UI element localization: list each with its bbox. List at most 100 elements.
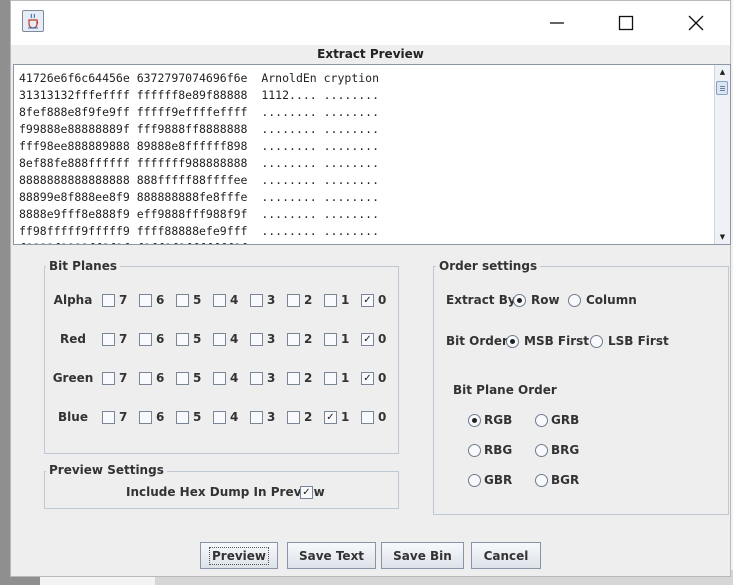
plane-order-radio-brg[interactable] xyxy=(535,444,548,457)
bit-checkbox-red-4[interactable] xyxy=(213,333,226,346)
bit-order-label: Bit Order xyxy=(446,334,508,348)
bit-checkbox-alpha-7[interactable] xyxy=(102,294,115,307)
bit-label: 3 xyxy=(267,371,276,385)
hex-dump-line: f99888e88888889f fff9888ff8888888 ......… xyxy=(19,122,380,136)
bit-checkbox-red-0[interactable]: ✓ xyxy=(361,333,374,346)
bit-checkbox-green-1[interactable] xyxy=(324,372,337,385)
plane-order-radio-rbg[interactable] xyxy=(468,444,481,457)
minimize-button[interactable] xyxy=(534,7,580,39)
hex-dump-line: 8888888888888888 888fffff88ffffee ......… xyxy=(19,173,380,187)
bit-checkbox-red-5[interactable] xyxy=(176,333,189,346)
bit-checkbox-alpha-3[interactable] xyxy=(250,294,263,307)
bit-label: 3 xyxy=(267,410,276,424)
maximize-icon xyxy=(618,15,634,31)
bit-checkbox-green-5[interactable] xyxy=(176,372,189,385)
bit-checkbox-blue-0[interactable] xyxy=(361,411,374,424)
bit-label: 1 xyxy=(341,332,350,346)
hex-dump-line: fff98ee888889888 89888e8ffffff898 ......… xyxy=(19,139,380,153)
bit-label: 2 xyxy=(304,410,313,424)
bit-checkbox-red-7[interactable] xyxy=(102,333,115,346)
hex-dump-line: 8888e9fff8e888f9 eff9888fff988f9f ......… xyxy=(19,207,380,221)
bit-order-lsb-radio[interactable] xyxy=(590,335,603,348)
bit-order-msb-radio[interactable] xyxy=(506,335,519,348)
extract-by-row-radio[interactable] xyxy=(513,294,526,307)
bit-checkbox-alpha-5[interactable] xyxy=(176,294,189,307)
vertical-scrollbar[interactable]: ▲ ▼ xyxy=(714,65,730,244)
cancel-button[interactable]: Cancel xyxy=(471,542,541,569)
bit-checkbox-green-7[interactable] xyxy=(102,372,115,385)
scroll-up-icon[interactable]: ▲ xyxy=(715,65,730,79)
plane-order-label-rgb: RGB xyxy=(484,413,513,427)
bit-checkbox-green-0[interactable]: ✓ xyxy=(361,372,374,385)
bit-label: 0 xyxy=(378,410,387,424)
bit-checkbox-alpha-1[interactable] xyxy=(324,294,337,307)
bit-checkbox-alpha-4[interactable] xyxy=(213,294,226,307)
channel-label-blue: Blue xyxy=(58,410,88,424)
bit-label: 7 xyxy=(119,371,128,385)
bit-checkbox-red-6[interactable] xyxy=(139,333,152,346)
preview-button[interactable]: Preview xyxy=(200,542,278,569)
extract-by-column-radio[interactable] xyxy=(568,294,581,307)
bit-label: 0 xyxy=(378,371,387,385)
hex-dump-text: 41726e6f6c64456e 6372797074696f6e Arnold… xyxy=(19,70,380,244)
bit-checkbox-red-2[interactable] xyxy=(287,333,300,346)
bit-checkbox-blue-4[interactable] xyxy=(213,411,226,424)
bit-label: 7 xyxy=(119,410,128,424)
bit-label: 2 xyxy=(304,293,313,307)
bit-checkbox-blue-5[interactable] xyxy=(176,411,189,424)
plane-order-radio-bgr[interactable] xyxy=(535,474,548,487)
bit-checkbox-green-2[interactable] xyxy=(287,372,300,385)
plane-order-label-gbr: GBR xyxy=(484,473,513,487)
hex-dump-line: ff98fffff9fffff9 ffff88888efe9fff ......… xyxy=(19,224,380,238)
bit-checkbox-green-6[interactable] xyxy=(139,372,152,385)
hex-dump-line: 88899e8f888ee8f9 888888888fe8fffe ......… xyxy=(19,190,380,204)
plane-order-label-rbg: RBG xyxy=(484,443,513,457)
bit-checkbox-red-3[interactable] xyxy=(250,333,263,346)
save-bin-button[interactable]: Save Bin xyxy=(381,542,464,569)
extract-by-label: Extract By xyxy=(446,293,516,307)
channel-label-green: Green xyxy=(52,371,94,385)
bit-label: 4 xyxy=(230,410,239,424)
cancel-button-label: Cancel xyxy=(483,548,529,563)
bit-label: 6 xyxy=(156,293,165,307)
preview-text-area[interactable]: 41726e6f6c64456e 6372797074696f6e Arnold… xyxy=(13,64,731,245)
bit-checkbox-alpha-6[interactable] xyxy=(139,294,152,307)
bit-label: 0 xyxy=(378,293,387,307)
preview-settings-title: Preview Settings xyxy=(46,463,167,477)
save-text-button[interactable]: Save Text xyxy=(287,542,376,569)
bit-checkbox-red-1[interactable] xyxy=(324,333,337,346)
bit-label: 2 xyxy=(304,332,313,346)
bit-label: 4 xyxy=(230,332,239,346)
preview-button-label: Preview xyxy=(208,546,269,565)
bit-label: 1 xyxy=(341,371,350,385)
bit-checkbox-alpha-2[interactable] xyxy=(287,294,300,307)
plane-order-radio-grb[interactable] xyxy=(535,414,548,427)
bit-checkbox-alpha-0[interactable]: ✓ xyxy=(361,294,374,307)
scroll-thumb[interactable] xyxy=(716,81,728,95)
java-cup-icon xyxy=(22,10,44,32)
plane-order-radio-rgb[interactable] xyxy=(468,414,481,427)
plane-order-radio-gbr[interactable] xyxy=(468,474,481,487)
close-button[interactable] xyxy=(673,7,719,39)
bit-checkbox-green-4[interactable] xyxy=(213,372,226,385)
bit-checkbox-blue-3[interactable] xyxy=(250,411,263,424)
title-bar[interactable] xyxy=(11,1,730,45)
scroll-down-icon[interactable]: ▼ xyxy=(715,230,730,244)
bit-label: 5 xyxy=(193,293,202,307)
bit-plane-order-label: Bit Plane Order xyxy=(453,383,557,397)
bit-checkbox-blue-2[interactable] xyxy=(287,411,300,424)
include-hex-dump-label: Include Hex Dump In Preview xyxy=(126,485,325,499)
bit-checkbox-green-3[interactable] xyxy=(250,372,263,385)
dialog-title: Extract Preview xyxy=(317,47,424,61)
include-hex-dump-checkbox[interactable]: ✓ xyxy=(300,486,313,499)
bit-checkbox-blue-7[interactable] xyxy=(102,411,115,424)
bit-checkbox-blue-1[interactable]: ✓ xyxy=(324,411,337,424)
maximize-button[interactable] xyxy=(603,7,649,39)
extract-preview-dialog: Extract Preview 41726e6f6c64456e 6372797… xyxy=(10,0,731,577)
extract-by-column-label: Column xyxy=(586,293,637,307)
bit-order-msb-label: MSB First xyxy=(524,334,590,348)
channel-label-alpha: Alpha xyxy=(53,293,93,307)
hex-dump-line: 8ef88fe888ffffff fffffff988888888 ......… xyxy=(19,156,380,170)
bit-order-lsb-label: LSB First xyxy=(608,334,669,348)
bit-checkbox-blue-6[interactable] xyxy=(139,411,152,424)
